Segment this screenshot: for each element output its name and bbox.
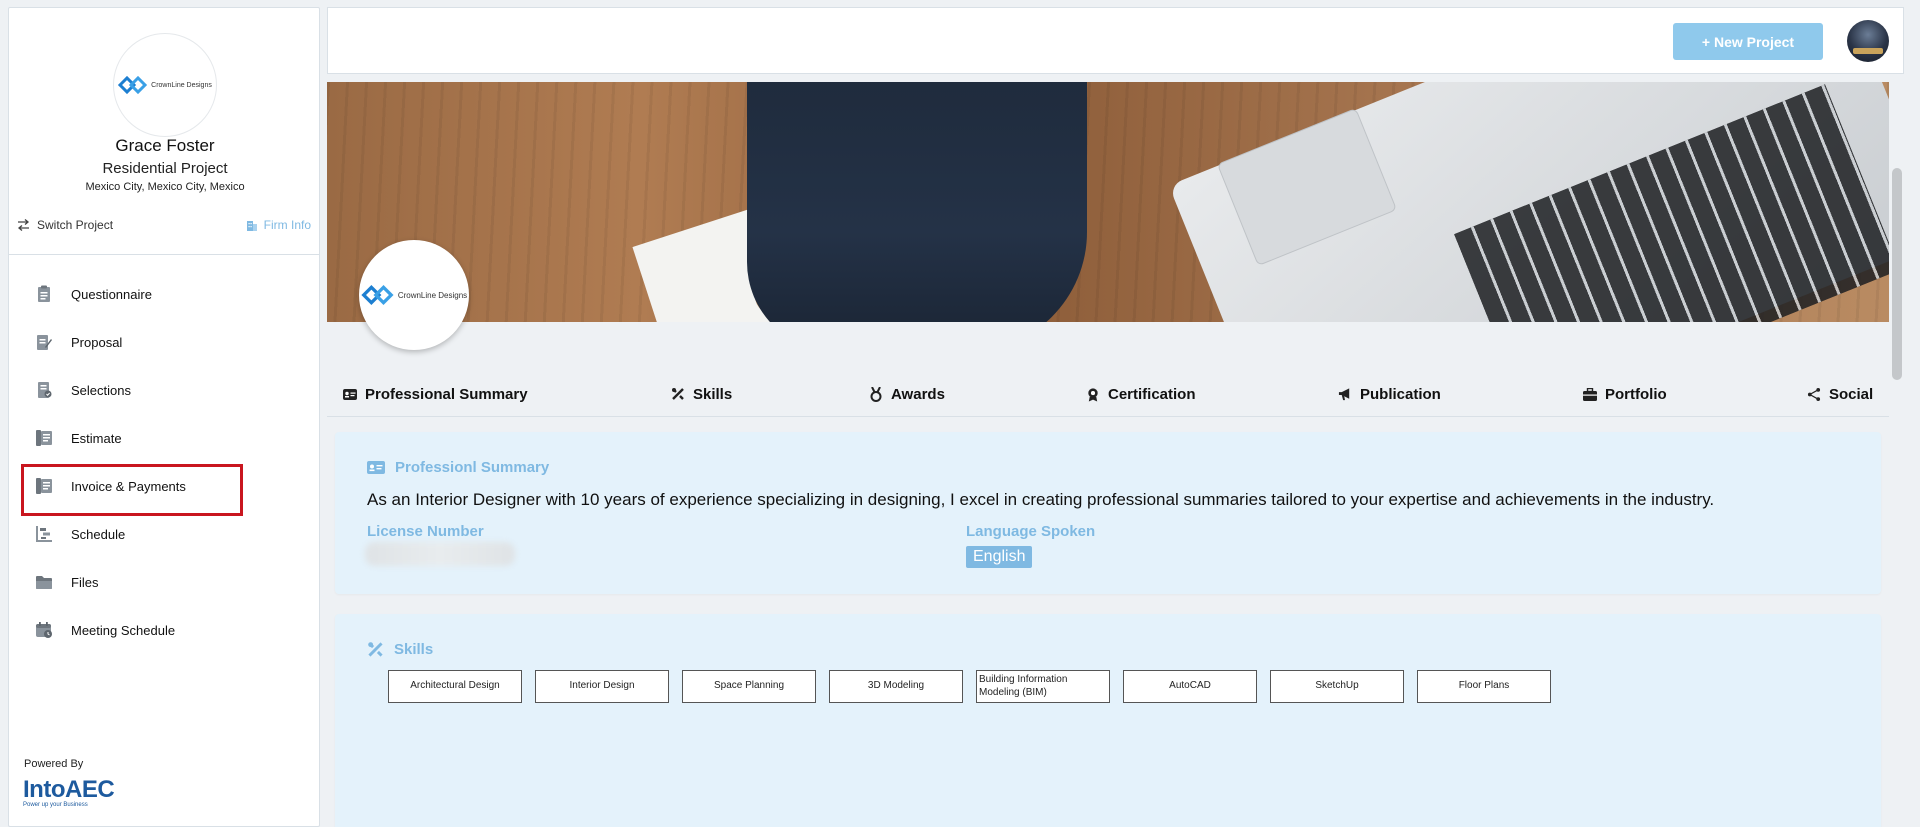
certificate-icon bbox=[1086, 387, 1100, 401]
skill-tag: AutoCAD bbox=[1123, 670, 1257, 703]
questionnaire-icon bbox=[35, 285, 53, 303]
user-avatar[interactable] bbox=[1847, 20, 1889, 62]
megaphone-icon bbox=[1338, 387, 1352, 401]
tools-icon bbox=[671, 387, 685, 401]
sidebar-item-questionnaire[interactable]: Questionnaire bbox=[9, 270, 319, 318]
skill-tag: SketchUp bbox=[1270, 670, 1404, 703]
project-location: Mexico City, Mexico City, Mexico bbox=[85, 181, 245, 193]
switch-project-button[interactable]: Switch Project bbox=[17, 218, 113, 232]
top-bar: + New Project bbox=[327, 7, 1904, 74]
summary-text: As an Interior Designer with 10 years of… bbox=[367, 490, 1715, 509]
license-number-value-blurred bbox=[365, 542, 515, 566]
sidebar-item-meeting-schedule[interactable]: Meeting Schedule bbox=[9, 606, 319, 654]
crownline-logo-icon bbox=[361, 284, 394, 306]
skills-list: Architectural Design Interior Design Spa… bbox=[388, 670, 1551, 703]
tab-certification[interactable]: Certification bbox=[1086, 377, 1196, 411]
skill-tag: Interior Design bbox=[535, 670, 669, 703]
language-badge: English bbox=[966, 546, 1033, 568]
skill-tag: Architectural Design bbox=[388, 670, 522, 703]
tab-label: Social bbox=[1829, 385, 1874, 403]
skill-tag: Floor Plans bbox=[1417, 670, 1551, 703]
language-spoken-label: Language Spoken bbox=[966, 523, 1096, 540]
intoaec-logo: IntoAEC Power up your Business bbox=[23, 776, 133, 816]
tab-label: Skills bbox=[693, 385, 733, 403]
sidebar-item-label: Invoice & Payments bbox=[71, 478, 186, 494]
new-project-button[interactable]: + New Project bbox=[1673, 23, 1823, 60]
sidebar-divider bbox=[9, 254, 319, 255]
company-logo-text: CrownLine Designs bbox=[397, 290, 468, 300]
powered-by-label: Powered By bbox=[24, 758, 84, 770]
cover-image bbox=[327, 82, 1889, 322]
medal-icon bbox=[869, 386, 883, 402]
firm-info-link[interactable]: Firm Info bbox=[246, 218, 311, 232]
tab-social[interactable]: Social bbox=[1807, 377, 1873, 411]
switch-project-label: Switch Project bbox=[37, 218, 114, 232]
id-card-icon bbox=[343, 387, 357, 401]
brand-tagline: Power up your Business bbox=[23, 802, 88, 808]
tab-portfolio[interactable]: Portfolio bbox=[1583, 377, 1667, 411]
estimate-icon bbox=[35, 429, 53, 447]
sidebar-item-selections[interactable]: Selections bbox=[9, 366, 319, 414]
cover-legs bbox=[747, 82, 1087, 322]
sidebar-item-estimate[interactable]: Estimate bbox=[9, 414, 319, 462]
proposal-icon bbox=[35, 333, 53, 351]
swap-arrows-icon bbox=[17, 219, 30, 231]
tools-icon bbox=[368, 642, 383, 657]
skills-card-title: Skills bbox=[367, 641, 433, 658]
skill-tag: Building Information Modeling (BIM) bbox=[976, 670, 1110, 703]
summary-card-title: Professionl Summary bbox=[367, 459, 549, 476]
selections-icon bbox=[35, 381, 53, 399]
company-profile-logo: CrownLine Designs bbox=[359, 240, 469, 350]
tab-awards[interactable]: Awards bbox=[869, 377, 945, 411]
tab-label: Certification bbox=[1108, 385, 1196, 403]
brand-name: IntoAEC bbox=[23, 776, 115, 803]
sidebar-item-label: Proposal bbox=[71, 334, 123, 350]
sidebar-item-proposal[interactable]: Proposal bbox=[9, 318, 319, 366]
sidebar-item-schedule[interactable]: Schedule bbox=[9, 510, 319, 558]
crownline-logo-icon bbox=[118, 75, 148, 95]
tab-skills[interactable]: Skills bbox=[671, 377, 732, 411]
profile-main: CrownLine Designs Professional Summary S… bbox=[327, 80, 1904, 827]
sidebar-item-invoice-payments[interactable]: Invoice & Payments bbox=[9, 462, 319, 516]
sidebar-menu: Questionnaire Proposal Selections Estima… bbox=[9, 270, 319, 654]
summary-title-text: Professionl Summary bbox=[395, 459, 550, 476]
tab-label: Professional Summary bbox=[365, 385, 528, 403]
firm-info-label: Firm Info bbox=[263, 218, 311, 232]
company-logo-text: CrownLine Designs bbox=[151, 81, 212, 89]
client-name: Grace Foster bbox=[115, 136, 215, 155]
skill-tag: 3D Modeling bbox=[829, 670, 963, 703]
sidebar-item-label: Selections bbox=[71, 382, 131, 398]
sidebar-item-label: Meeting Schedule bbox=[71, 622, 176, 638]
profile-tabs: Professional Summary Skills Awards Certi… bbox=[327, 377, 1889, 417]
calendar-icon bbox=[35, 621, 53, 639]
folder-icon bbox=[35, 573, 53, 591]
tab-label: Portfolio bbox=[1605, 385, 1667, 403]
professional-summary-card: Professionl Summary As an Interior Desig… bbox=[335, 432, 1881, 594]
sidebar-item-files[interactable]: Files bbox=[9, 558, 319, 606]
license-number-label: License Number bbox=[367, 523, 484, 540]
sidebar-item-label: Files bbox=[71, 574, 99, 590]
skills-card: Skills Architectural Design Interior Des… bbox=[335, 614, 1881, 827]
sidebar-item-label: Questionnaire bbox=[71, 286, 152, 302]
sidebar: CrownLine Designs Grace Foster Residenti… bbox=[8, 7, 320, 827]
share-icon bbox=[1807, 387, 1821, 401]
vertical-scrollbar[interactable] bbox=[1892, 168, 1902, 380]
project-company-logo: CrownLine Designs bbox=[113, 33, 217, 137]
skill-tag: Space Planning bbox=[682, 670, 816, 703]
tab-professional-summary[interactable]: Professional Summary bbox=[343, 377, 528, 411]
schedule-icon bbox=[35, 525, 53, 543]
sidebar-item-label: Schedule bbox=[71, 526, 126, 542]
id-card-icon bbox=[367, 461, 385, 474]
tab-label: Awards bbox=[891, 385, 945, 403]
sidebar-item-label: Estimate bbox=[71, 430, 122, 446]
building-icon bbox=[246, 221, 257, 231]
tab-publication[interactable]: Publication bbox=[1338, 377, 1441, 411]
project-name: Residential Project bbox=[102, 160, 228, 177]
tab-label: Publication bbox=[1360, 385, 1441, 403]
invoice-icon bbox=[35, 477, 53, 495]
skills-title-text: Skills bbox=[394, 641, 434, 658]
briefcase-icon bbox=[1583, 387, 1597, 401]
